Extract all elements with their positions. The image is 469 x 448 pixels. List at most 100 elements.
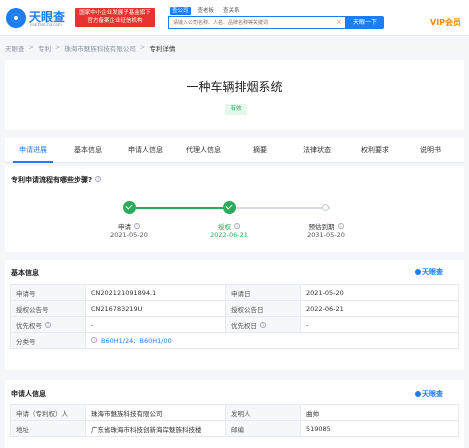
step-label: 预估到期? [296,221,356,231]
tab-progress[interactable]: 申请进展 [13,138,53,163]
search-tab-boss[interactable]: 查老板 [196,7,217,15]
class-link[interactable]: B60H1/00 [140,337,172,345]
tab-agent-info[interactable]: 代理人信息 [181,138,226,163]
field-label: 申请号 [10,284,86,301]
field-value: 曲帅 [300,404,459,421]
brand-watermark: 天眼查 [415,389,443,399]
breadcrumb-home[interactable]: 天眼查 [5,43,25,53]
tab-claims[interactable]: 权利要求 [355,138,395,163]
field-label: 授权公告号 [10,300,86,317]
help-icon[interactable]: ? [134,223,140,229]
field-label-text: 优先权日 [231,321,257,330]
breadcrumb-separator: > [54,43,61,51]
eye-logo-icon [6,8,26,28]
promo-banner[interactable]: 国家中小企业发展子基金旗下 官方备案企业征信机构 [75,8,155,27]
field-value: ? B60H1/24; B60H1/00 [85,332,459,349]
vip-link[interactable]: VIP会员 [430,17,461,28]
field-value: - [85,316,226,333]
breadcrumb-patent[interactable]: 专利 [38,43,51,53]
breadcrumb-company[interactable]: 珠海市魅族科技有限公司 [64,43,136,53]
tab-basic-info[interactable]: 基本信息 [68,138,108,163]
help-icon[interactable]: ? [95,176,102,182]
breadcrumb-separator: > [139,43,146,51]
progress-card: 专利申请流程有哪些步骤?? 申请? 授权? 预估到期? 2021-05-20 2… [5,166,464,252]
field-label: 分类号 [10,332,86,349]
applicant-link[interactable]: 珠海市魅族科技有限公司 [85,404,226,421]
patent-header-card: 一种车辆排烟系统 有效 [5,60,464,130]
field-value: 519085 [300,420,459,437]
field-value: 2022-06-21 [300,300,459,317]
search-box: × [168,16,346,29]
logo[interactable]: 天眼查 TianYanCha.com [6,7,72,29]
progress-title-text: 专利申请流程有哪些步骤? [11,176,93,184]
step-label-text: 授权 [218,223,231,231]
progress-line-pending [236,207,330,209]
progress-line-done [136,207,230,209]
search-tabs: 查公司 查老板 查关系 [170,7,242,15]
step-label-text: 申请 [118,223,131,231]
basic-info-card: 基本信息 天眼查 申请号 CN202121091894.1 申请日 2021-0… [5,260,464,370]
table-row: 申请（专利权）人 珠海市魅族科技有限公司 发明人 曲帅 [10,404,459,421]
table-row: 申请号 CN202121091894.1 申请日 2021-05-20 [10,284,459,301]
table-row: 授权公告号 CN216783219U 授权公告日 2022-06-21 [10,300,459,317]
search-tab-company[interactable]: 查公司 [170,7,191,15]
applicant-info-title: 申请人信息 [11,390,46,398]
field-value: 广东省珠海市科技创新海岸魅族科技楼 [85,420,226,437]
search-tab-relation[interactable]: 查关系 [221,7,242,15]
clear-icon[interactable]: × [336,18,342,26]
step-label: 授权? [199,221,259,231]
field-label: 地址 [10,420,86,437]
field-value: 2021-05-20 [300,284,459,301]
field-value: CN202121091894.1 [85,284,226,301]
logo-subtext: TianYanCha.com [29,22,62,27]
progress-title: 专利申请流程有哪些步骤?? [11,175,102,185]
breadcrumb-current: 专利详情 [149,45,176,53]
field-label-text: 优先权号 [16,321,42,330]
brand-text: 天眼查 [422,268,443,276]
help-icon[interactable]: ? [337,223,344,229]
eye-logo-icon [415,269,421,275]
step-pending-dot [322,204,329,211]
step-date: 2031-05-20 [307,231,345,239]
class-link[interactable]: B60H1/24; [101,337,135,345]
field-value: CN216783219U [85,300,226,317]
step-date: 2021-05-20 [110,231,148,239]
applicant-info-card: 申请人信息 天眼查 申请（专利权）人 珠海市魅族科技有限公司 发明人 曲帅 地址… [5,380,464,448]
applicant-info-table: 申请（专利权）人 珠海市魅族科技有限公司 发明人 曲帅 地址 广东省珠海市科技创… [10,404,459,437]
tab-abstract[interactable]: 摘要 [245,138,275,163]
top-bar: 天眼查 TianYanCha.com 国家中小企业发展子基金旗下 官方备案企业征… [0,0,469,36]
tab-legal-status[interactable]: 法律状态 [297,138,337,163]
field-label: 邮编 [225,420,301,437]
field-label: 申请（专利权）人 [10,404,86,421]
search-button[interactable]: 天眼一下 [346,16,384,29]
help-icon[interactable]: ? [45,321,51,328]
tab-description[interactable]: 说明书 [413,138,448,163]
step-date: 2022-06-21 [210,231,248,239]
field-label: 授权公告日 [225,300,301,317]
help-icon[interactable]: ? [91,336,97,343]
step-label: 申请? [99,221,159,231]
step-check-icon [123,201,136,214]
promo-line-2: 官方备案企业征信机构 [87,18,143,24]
patent-title: 一种车辆排烟系统 [186,80,283,94]
help-icon[interactable]: ? [234,223,240,229]
tab-applicant-info[interactable]: 申请人信息 [123,138,168,163]
search-input[interactable] [173,19,333,27]
breadcrumb: 天眼查 > 专利 > 珠海市魅族科技有限公司 > 专利详情 [5,43,175,53]
table-row: 分类号 ? B60H1/24; B60H1/00 [10,332,459,349]
step-label-text: 预估到期 [308,223,335,231]
brand-watermark: 天眼查 [415,267,443,277]
breadcrumb-separator: > [28,43,34,51]
table-row: 地址 广东省珠海市科技创新海岸魅族科技楼 邮编 519085 [10,420,459,437]
basic-info-table: 申请号 CN202121091894.1 申请日 2021-05-20 授权公告… [10,284,459,349]
field-label: 优先权号? [10,316,86,333]
help-icon[interactable]: ? [260,321,266,328]
basic-info-title: 基本信息 [11,269,39,277]
table-row: 优先权号? - 优先权日? - [10,316,459,333]
detail-tabs: 申请进展 基本信息 申请人信息 代理人信息 摘要 法律状态 权利要求 说明书 [5,138,464,163]
field-label: 发明人 [225,404,301,421]
field-label: 申请日 [225,284,301,301]
field-label: 优先权日? [225,316,301,333]
status-badge: 有效 [225,104,247,115]
field-value: - [300,316,459,333]
